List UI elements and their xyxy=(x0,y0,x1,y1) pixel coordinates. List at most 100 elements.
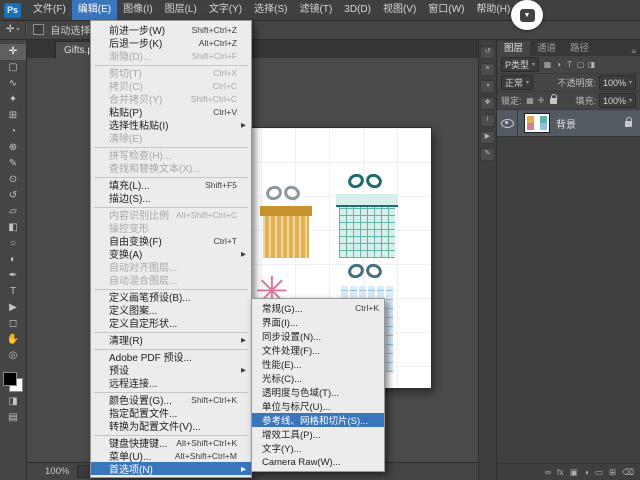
menubar-item[interactable]: 选择(S) xyxy=(248,0,293,20)
preferences-submenu-item[interactable]: 常规(G)... Ctrl+K xyxy=(252,301,384,315)
link-layers-icon[interactable]: ∞ xyxy=(545,467,551,477)
menubar-item[interactable]: 图像(I) xyxy=(117,0,158,20)
info-panel-icon[interactable]: i xyxy=(480,114,495,127)
panel-tab[interactable]: 路径 xyxy=(563,41,596,56)
screen-mode-icon[interactable]: ▤ xyxy=(0,410,26,426)
edit-menu-item[interactable]: 清理(R) ▶ xyxy=(91,333,251,347)
menubar-item[interactable]: 3D(D) xyxy=(338,0,377,20)
filter-smart-objects-icon[interactable]: ◨ xyxy=(586,60,597,69)
move-tool[interactable]: ✛ xyxy=(0,44,26,60)
quick-selection-tool[interactable]: ✦ xyxy=(0,92,26,108)
foreground-color-swatch[interactable] xyxy=(3,372,17,386)
crop-tool[interactable]: ⊞ xyxy=(0,108,26,124)
preferences-submenu-item[interactable]: 同步设置(N)... xyxy=(252,329,384,343)
eyedropper-tool[interactable]: ◔ xyxy=(0,124,26,140)
adjustment-layer-icon[interactable]: ◑ xyxy=(584,467,589,477)
delete-layer-icon[interactable]: ⌫ xyxy=(622,467,634,478)
edit-menu-item[interactable]: 定义自定形状... ▶ xyxy=(91,316,251,330)
filter-type-layers-icon[interactable]: T xyxy=(564,60,575,69)
layer-style-icon[interactable]: fx xyxy=(557,467,564,477)
menu-item-shortcut: Ctrl+C xyxy=(212,80,237,91)
preferences-submenu-item[interactable]: 光标(C)... xyxy=(252,371,384,385)
layer-group-icon[interactable]: ▭ xyxy=(595,467,603,478)
menubar-item[interactable]: 窗口(W) xyxy=(422,0,470,20)
preferences-submenu-item[interactable]: 性能(E)... xyxy=(252,357,384,371)
properties-panel-icon[interactable]: ≡ xyxy=(480,63,495,76)
adjustments-panel-icon[interactable]: ◑ xyxy=(480,80,495,93)
pen-tool[interactable]: ✒ xyxy=(0,268,26,284)
menubar-item[interactable]: 编辑(E) xyxy=(71,0,118,20)
preferences-submenu-item[interactable]: 文字(Y)... xyxy=(252,441,384,455)
menubar-item[interactable]: 帮助(H) xyxy=(470,0,516,20)
edit-menu-item[interactable]: 查找和替换文本(X)... ▶ xyxy=(91,161,251,175)
toolbar-bottom-icons: ◨ ▤ xyxy=(0,394,26,426)
layer-filter-kind-select[interactable]: P类型 ▾ xyxy=(501,57,540,72)
submenu-arrow-icon: ▶ xyxy=(241,465,246,473)
brush-panel-icon[interactable]: ✎ xyxy=(480,148,495,161)
type-tool[interactable]: T xyxy=(0,284,26,300)
menubar-item[interactable]: 图层(L) xyxy=(159,0,203,20)
menubar-item[interactable]: 视图(V) xyxy=(377,0,422,20)
preferences-submenu-item[interactable]: 参考线、网格和切片(S)... xyxy=(252,413,384,427)
edit-menu-item[interactable]: 描边(S)... ▶ xyxy=(91,191,251,205)
preferences-submenu-item[interactable]: 界面(I)... xyxy=(252,315,384,329)
preferences-submenu-item[interactable]: 文件处理(F)... xyxy=(252,343,384,357)
shape-tool[interactable]: ◻ xyxy=(0,316,26,332)
lock-transparency-icon[interactable]: ▦ xyxy=(525,96,536,105)
history-brush-tool[interactable]: ↺ xyxy=(0,188,26,204)
marquee-tool[interactable]: ▢ xyxy=(0,60,26,76)
edit-menu-item[interactable]: 首选项(N) ▶ xyxy=(91,462,251,476)
quick-mask-icon[interactable]: ◨ xyxy=(0,394,26,410)
menu-item-label: 渐隐(D)... xyxy=(109,52,152,63)
panel-menu-icon[interactable]: ≡ xyxy=(631,47,640,56)
layer-mask-icon[interactable]: ▣ xyxy=(570,467,578,478)
menubar-item[interactable]: 文字(Y) xyxy=(203,0,248,20)
hand-tool[interactable]: ✋ xyxy=(0,332,26,348)
filter-shape-layers-icon[interactable]: ▢ xyxy=(575,60,586,69)
preferences-submenu-item[interactable]: 增效工具(P)... xyxy=(252,427,384,441)
panel-tab[interactable]: 通道 xyxy=(530,41,563,56)
gradient-tool[interactable]: ◧ xyxy=(0,220,26,236)
fill-input[interactable]: 100% ▾ xyxy=(598,93,636,108)
styles-panel-icon[interactable]: ❖ xyxy=(480,97,495,110)
filter-pixel-layers-icon[interactable]: ▦ xyxy=(542,60,553,69)
gift-yellow-box xyxy=(260,206,312,258)
panel-tab[interactable]: 图层 xyxy=(497,41,531,56)
edit-menu-item[interactable]: 清除(E) ▶ xyxy=(91,131,251,145)
blend-mode-row: 正常 ▾ 不透明度: 100% ▾ xyxy=(497,74,640,92)
clone-stamp-tool[interactable]: ⊙ xyxy=(0,172,26,188)
eraser-tool[interactable]: ▱ xyxy=(0,204,26,220)
edit-menu-item[interactable]: 远程连接... ▶ xyxy=(91,376,251,390)
zoom-level[interactable]: 100% xyxy=(45,466,69,477)
history-panel-icon[interactable]: ↺ xyxy=(480,46,495,59)
edit-menu-item[interactable]: 渐隐(D)... Shift+Ctrl+F ▶ xyxy=(91,49,251,64)
layer-visibility-toggle[interactable] xyxy=(497,110,518,136)
download-overlay-button[interactable]: ▼ xyxy=(511,0,543,30)
move-tool-preset[interactable]: ✛ ▾ xyxy=(6,24,19,35)
edit-menu-item[interactable]: 转换为配置文件(V)... ▶ xyxy=(91,419,251,433)
blend-mode-select[interactable]: 正常 ▾ xyxy=(501,75,534,90)
menu-item-shortcut: Shift+F5 xyxy=(205,179,237,190)
preferences-submenu-item[interactable]: Camera Raw(W)... xyxy=(252,455,384,469)
layer-row[interactable]: 背景 xyxy=(497,110,640,137)
lock-position-icon[interactable]: ✛ xyxy=(536,96,547,105)
lasso-tool[interactable]: ∿ xyxy=(0,76,26,92)
path-selection-tool[interactable]: ▶ xyxy=(0,300,26,316)
healing-brush-tool[interactable]: ⊕ xyxy=(0,140,26,156)
lock-all-icon[interactable] xyxy=(549,93,557,104)
auto-select-checkbox[interactable] xyxy=(33,24,45,35)
actions-panel-icon[interactable]: ▶ xyxy=(480,131,495,144)
zoom-tool[interactable]: ◎ xyxy=(0,348,26,364)
opacity-input[interactable]: 100% ▾ xyxy=(598,75,636,90)
preferences-submenu-item[interactable]: 单位与标尺(U)... xyxy=(252,399,384,413)
filter-adjustment-layers-icon[interactable]: ◑ xyxy=(553,60,564,69)
menubar-item[interactable]: 滤镜(T) xyxy=(294,0,339,20)
brush-tool[interactable]: ✎ xyxy=(0,156,26,172)
preferences-submenu-item[interactable]: 透明度与色域(T)... xyxy=(252,385,384,399)
layer-thumbnail[interactable] xyxy=(524,113,550,133)
edit-menu-item[interactable]: 自动混合图层... ▶ xyxy=(91,273,251,287)
dodge-tool[interactable]: ◐ xyxy=(0,252,26,268)
menubar-item[interactable]: 文件(F) xyxy=(27,0,72,20)
new-layer-icon[interactable]: ⊞ xyxy=(609,467,616,478)
blur-tool[interactable]: ○ xyxy=(0,236,26,252)
